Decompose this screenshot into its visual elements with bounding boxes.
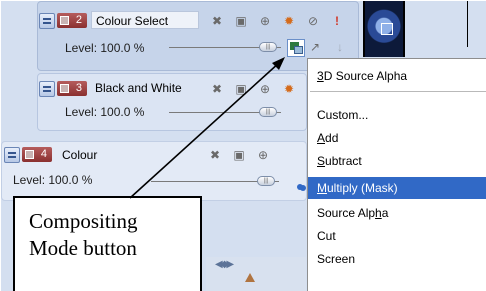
video-preview-thumbnail <box>363 1 405 57</box>
level-slider-thumb[interactable]: ||| <box>259 107 277 117</box>
selected-radio-indicator <box>297 184 303 190</box>
track-number: 3 <box>57 81 87 96</box>
menu-access-key: M <box>317 181 327 195</box>
level-slider-thumb[interactable]: ||| <box>257 176 275 186</box>
level-slider-thumb[interactable]: ||| <box>259 42 277 52</box>
compositing-mode-menu: 3D Source Alpha Custom... Add Subtract M… <box>300 58 486 291</box>
parent-up-icon[interactable]: ↗ <box>307 39 323 55</box>
annotation-callout-text: Compositing Mode button <box>29 208 199 262</box>
child-down-icon[interactable]: ↓ <box>332 39 348 55</box>
track-header-black-and-white[interactable]: 3 Black and White ✖ ▣ ⊕ ✹ Level: 100.0 %… <box>37 73 307 131</box>
track-color-flag <box>60 16 69 25</box>
track-number-text: 2 <box>75 14 82 26</box>
generate-media-icon[interactable]: ▣ <box>231 147 247 163</box>
track-level-label: Level: 100.0 % <box>65 41 145 55</box>
generate-media-icon[interactable]: ▣ <box>233 13 249 29</box>
track-fx-icon[interactable]: ✹ <box>281 81 297 97</box>
solo-icon[interactable]: ! <box>329 13 345 29</box>
menu-item-add[interactable]: Add <box>308 127 486 149</box>
track-name-field[interactable]: Colour <box>57 145 191 163</box>
menu-item-subtract[interactable]: Subtract <box>308 150 486 172</box>
track-motion-icon[interactable]: ⊕ <box>257 13 273 29</box>
track-level-label: Level: 100.0 % <box>65 105 145 119</box>
track-number-text: 4 <box>40 148 47 160</box>
track-number: 2 <box>57 13 87 28</box>
menu-item-multiply-mask[interactable]: Multiply (Mask) <box>300 177 486 199</box>
compositing-mode-icon[interactable] <box>287 39 305 57</box>
bypass-fx-icon[interactable]: ✖ <box>207 147 223 163</box>
menu-access-key: h <box>375 206 382 220</box>
track-name: Colour <box>62 148 98 162</box>
track-name: Colour Select <box>96 14 169 28</box>
menu-item-label: Subtract <box>317 154 362 168</box>
menu-item-screen[interactable]: Screen <box>308 248 486 270</box>
track-color-flag <box>25 150 34 159</box>
generate-media-icon[interactable]: ▣ <box>233 81 249 97</box>
callout-line-2: Mode button <box>29 236 137 260</box>
collapse-track-button[interactable] <box>4 147 20 163</box>
track-level-label: Level: 100.0 % <box>13 173 93 187</box>
track-color-flag <box>60 84 69 93</box>
compositing-layer-front <box>294 46 303 54</box>
menu-separator <box>310 91 486 92</box>
track-name[interactable]: Black and White <box>95 79 182 97</box>
menu-access-key: A <box>317 131 326 145</box>
move-cursor-icon <box>381 23 393 35</box>
track-number-text: 3 <box>75 82 82 94</box>
menu-item-label: Add <box>317 131 339 145</box>
mute-icon[interactable]: ⊘ <box>305 13 321 29</box>
track-name-field[interactable]: Colour Select <box>91 11 199 29</box>
menu-item-label: Source Alpha <box>317 206 389 220</box>
callout-line-1: Compositing <box>29 209 138 233</box>
menu-item-label: 3D Source Alpha <box>317 69 408 83</box>
bypass-fx-icon[interactable]: ✖ <box>209 81 225 97</box>
menu-item-label: Cut <box>317 229 336 243</box>
collapse-track-button[interactable] <box>39 81 55 97</box>
annotation-callout-box: Compositing Mode button <box>13 196 202 291</box>
bypass-fx-icon[interactable]: ✖ <box>209 13 225 29</box>
menu-item-custom[interactable]: Custom... <box>308 104 486 126</box>
timeline-marker-icon[interactable] <box>245 273 255 282</box>
menu-item-source-alpha[interactable]: Source Alpha <box>308 202 486 224</box>
menu-item-label: Screen <box>317 252 356 266</box>
track-number: 4 <box>22 147 52 162</box>
track-header-colour[interactable]: 4 Colour ✖ ▣ ⊕ Level: 100.0 % ||| <box>1 141 307 201</box>
menu-access-key: S <box>317 154 326 168</box>
menu-item-label: Custom... <box>317 108 369 122</box>
timeline-cursor-line <box>467 1 468 47</box>
track-motion-icon[interactable]: ⊕ <box>257 81 273 97</box>
track-fx-icon[interactable]: ✹ <box>281 13 297 29</box>
track-motion-icon[interactable]: ⊕ <box>255 147 271 163</box>
menu-item-cut[interactable]: Cut <box>308 225 486 247</box>
collapse-track-button[interactable] <box>39 13 55 29</box>
menu-item-3d-source-alpha[interactable]: 3D Source Alpha <box>308 65 486 87</box>
menu-access-key: 3 <box>317 69 324 83</box>
scrub-arrows-icon[interactable]: ◀◆▶ <box>215 259 234 270</box>
menu-item-label: Multiply (Mask) <box>317 181 398 195</box>
